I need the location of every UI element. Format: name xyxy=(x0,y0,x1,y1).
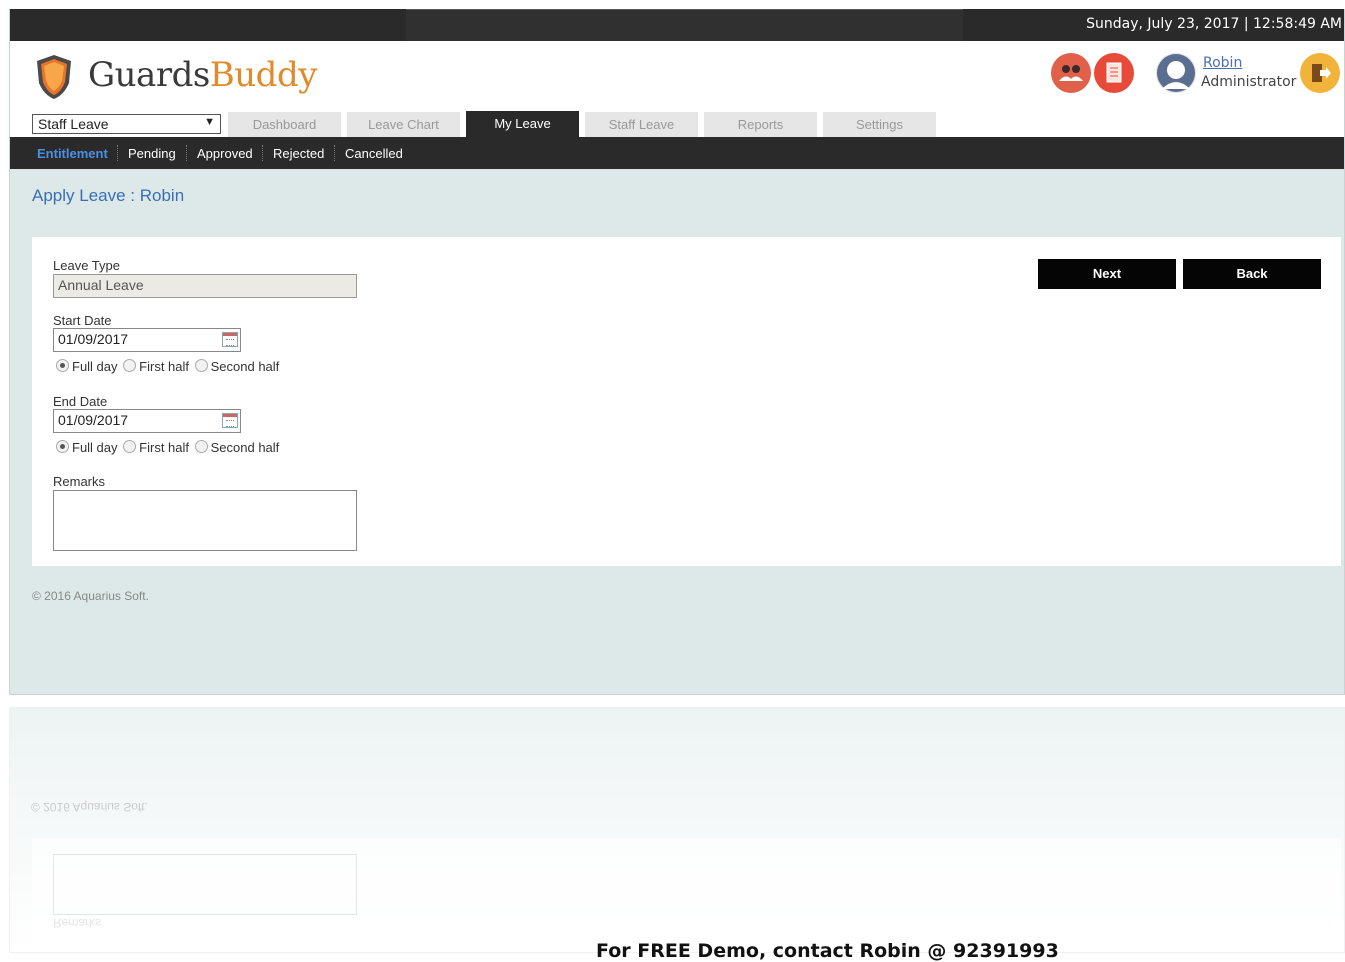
start-date-label: Start Date xyxy=(53,313,112,328)
avatar-icon[interactable] xyxy=(1156,53,1196,93)
sub-navigation: Entitlement Pending Approved Rejected Ca… xyxy=(10,137,1344,169)
subnav-divider xyxy=(262,145,263,161)
logout-icon[interactable] xyxy=(1300,53,1340,93)
subnav-cancelled[interactable]: Cancelled xyxy=(345,146,403,161)
staff-icon[interactable] xyxy=(1051,53,1091,93)
subnav-divider xyxy=(334,145,335,161)
leave-type-field: Annual Leave xyxy=(53,274,357,298)
subnav-entitlement[interactable]: Entitlement xyxy=(37,146,108,161)
next-button[interactable]: Next xyxy=(1038,259,1176,289)
calendar-icon[interactable] xyxy=(222,413,238,428)
datetime: Sunday, July 23, 2017 | 12:58:49 AM xyxy=(1086,16,1342,32)
user-role: Administrator xyxy=(1201,74,1297,90)
page-title: Apply Leave : Robin xyxy=(32,186,185,205)
app-window: Sunday, July 23, 2017 | 12:58:49 AM Guar… xyxy=(9,9,1345,695)
subnav-divider xyxy=(186,145,187,161)
subnav-approved[interactable]: Approved xyxy=(197,146,253,161)
tab-settings[interactable]: Settings xyxy=(823,112,936,137)
subnav-pending[interactable]: Pending xyxy=(128,146,176,161)
user-name-link[interactable]: Robin xyxy=(1203,55,1242,71)
reflection-decoration: © 2016 Aquarius Soft. Remarks xyxy=(9,707,1345,953)
start-full-day-radio[interactable] xyxy=(56,359,69,372)
back-button[interactable]: Back xyxy=(1183,259,1321,289)
end-date-label: End Date xyxy=(53,394,108,409)
end-full-day-radio[interactable] xyxy=(56,440,69,453)
shield-logo-icon xyxy=(37,55,71,99)
tab-reports[interactable]: Reports xyxy=(704,112,817,137)
reflected-remarks-label: Remarks xyxy=(53,916,102,930)
top-bar: Sunday, July 23, 2017 | 12:58:49 AM xyxy=(10,9,1344,41)
promo-banner: For FREE Demo, contact Robin @ 92391993 xyxy=(596,940,1059,962)
module-select[interactable]: Staff Leave ▼ xyxy=(32,114,221,134)
start-day-options: Full day First half Second half xyxy=(56,359,281,375)
subnav-divider xyxy=(117,145,118,161)
remarks-textarea[interactable] xyxy=(53,490,357,551)
end-day-options: Full day First half Second half xyxy=(56,440,281,456)
end-date-input[interactable]: 01/09/2017 xyxy=(53,409,241,433)
reflected-copyright: © 2016 Aquarius Soft. xyxy=(31,800,148,814)
apply-leave-form: Leave Type Annual Leave Start Date 01/09… xyxy=(32,237,1341,566)
remarks-label: Remarks xyxy=(53,474,106,489)
tab-my-leave[interactable]: My Leave xyxy=(466,111,579,138)
top-bar-center xyxy=(406,9,963,41)
start-date-input[interactable]: 01/09/2017 xyxy=(53,328,241,352)
tab-staff-leave[interactable]: Staff Leave xyxy=(585,112,698,137)
dropdown-arrow-icon: ▼ xyxy=(204,116,215,128)
leave-type-label: Leave Type xyxy=(53,258,120,273)
document-icon[interactable] xyxy=(1094,53,1134,93)
footer-copyright: © 2016 Aquarius Soft. xyxy=(32,589,149,603)
start-second-half-radio[interactable] xyxy=(194,359,208,372)
calendar-icon[interactable] xyxy=(222,332,238,347)
start-first-half-radio[interactable] xyxy=(123,359,137,372)
brand-name: GuardsBuddy xyxy=(88,55,317,95)
tab-leave-chart[interactable]: Leave Chart xyxy=(347,112,460,137)
tab-dashboard[interactable]: Dashboard xyxy=(228,112,341,137)
end-first-half-radio[interactable] xyxy=(123,440,137,453)
reflected-textarea xyxy=(53,854,357,915)
end-second-half-radio[interactable] xyxy=(194,440,208,453)
subnav-rejected[interactable]: Rejected xyxy=(273,146,324,161)
